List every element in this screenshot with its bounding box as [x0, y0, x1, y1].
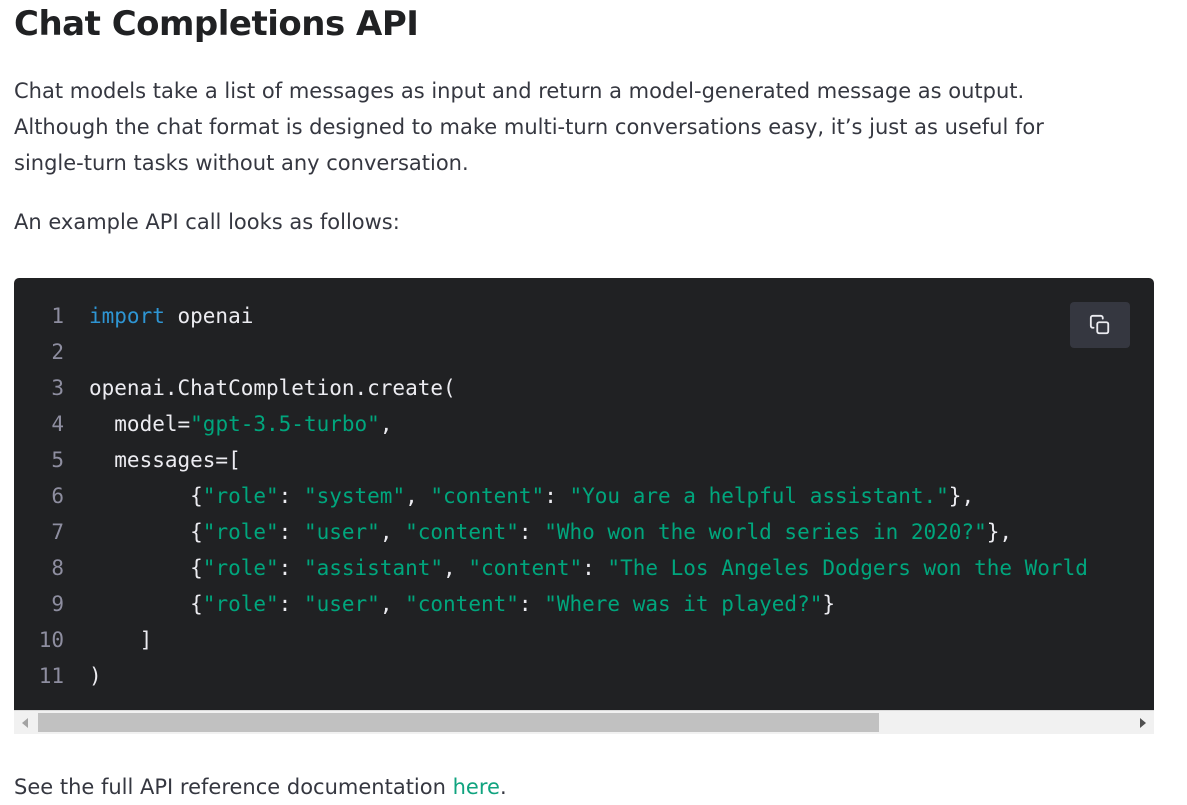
- code-text: {"role": "user", "content": "Who won the…: [89, 514, 1012, 550]
- line-number: 8: [51, 556, 64, 580]
- code-token: :: [278, 592, 304, 616]
- copy-button[interactable]: [1070, 302, 1130, 348]
- line-number: 5: [51, 448, 64, 472]
- code-token: :: [278, 484, 304, 508]
- line-number: 1: [51, 304, 64, 328]
- scroll-thumb[interactable]: [38, 713, 879, 732]
- code-string: "content": [468, 556, 583, 580]
- code-string: "content": [405, 592, 519, 616]
- code-token: :: [278, 520, 304, 544]
- code-token: :: [582, 556, 608, 580]
- line-number: 9: [51, 592, 64, 616]
- code-token: messages=[: [89, 448, 241, 472]
- code-token: ,: [379, 592, 406, 616]
- code-token: :: [518, 592, 545, 616]
- code-token: openai.ChatCompletion.create(: [89, 376, 456, 400]
- code-token: },: [948, 484, 975, 508]
- intro-line: single-turn tasks without any conversati…: [14, 151, 469, 175]
- code-token: :: [544, 484, 570, 508]
- code-token: openai: [164, 304, 254, 328]
- code-token: ]: [89, 628, 153, 652]
- code-string: "Where was it played?": [544, 592, 823, 616]
- code-token: {: [89, 484, 203, 508]
- code-token: },: [986, 520, 1013, 544]
- code-keyword: import: [89, 304, 165, 328]
- code-string: "gpt-3.5-turbo": [190, 412, 380, 436]
- code-text: messages=[: [89, 442, 241, 478]
- code-token: ,: [379, 520, 406, 544]
- code-string: "role": [202, 592, 279, 616]
- copy-icon: [1089, 314, 1110, 335]
- code-text: {"role": "assistant", "content": "The Lo…: [89, 550, 1088, 586]
- intro-line: Although the chat format is designed to …: [14, 115, 1044, 139]
- line-number: 3: [51, 376, 64, 400]
- code-token: model=: [89, 412, 191, 436]
- code-token: ,: [443, 556, 469, 580]
- example-lead-text: An example API call looks as follows:: [14, 210, 400, 234]
- footer-prefix: See the full API reference documentation: [14, 775, 453, 799]
- code-string: "assistant": [303, 556, 444, 580]
- code-token: {: [89, 592, 203, 616]
- code-token: }: [822, 592, 836, 616]
- code-token: ,: [405, 484, 431, 508]
- line-number: 11: [38, 664, 64, 688]
- line-number: 2: [51, 340, 64, 364]
- intro-line: Chat models take a list of messages as i…: [14, 79, 1025, 103]
- line-number: 7: [51, 520, 64, 544]
- code-string: "user": [303, 592, 380, 616]
- code-token: {: [89, 556, 203, 580]
- footer-suffix: .: [499, 775, 507, 799]
- caret-left-icon: [22, 717, 28, 728]
- code-text: ]: [89, 622, 153, 658]
- code-string: "user": [303, 520, 380, 544]
- code-text: model="gpt-3.5-turbo",: [89, 406, 392, 442]
- footer-text: See the full API reference documentation…: [14, 769, 507, 805]
- code-token: :: [278, 556, 304, 580]
- code-text: openai.ChatCompletion.create(: [89, 370, 456, 406]
- code-string: "content": [405, 520, 519, 544]
- code-text: {"role": "user", "content": "Where was i…: [89, 586, 835, 622]
- code-string: "system": [303, 484, 406, 508]
- line-number: 6: [51, 484, 64, 508]
- line-number: 4: [51, 412, 64, 436]
- line-number: 10: [38, 628, 64, 652]
- api-reference-link[interactable]: here: [453, 775, 500, 799]
- intro-paragraph: Chat models take a list of messages as i…: [14, 73, 1164, 181]
- scroll-left-button[interactable]: [14, 711, 36, 734]
- code-string: "You are a helpful assistant.": [569, 484, 949, 508]
- code-block[interactable]: 1 import openai 2 3 openai.ChatCompletion.cr…: [14, 278, 1154, 710]
- code-string: "The Los Angeles Dodgers won the World: [607, 556, 1088, 580]
- code-string: "role": [202, 484, 279, 508]
- code-string: "role": [202, 556, 279, 580]
- code-text: ): [89, 658, 102, 694]
- code-string: "role": [202, 520, 279, 544]
- code-string: "content": [430, 484, 545, 508]
- code-token: ): [89, 664, 102, 688]
- caret-right-icon: [1140, 717, 1146, 728]
- code-token: ,: [379, 412, 393, 436]
- code-token: {: [89, 520, 203, 544]
- scroll-right-button[interactable]: [1132, 711, 1154, 734]
- code-text: import openai: [89, 298, 253, 334]
- horizontal-scrollbar[interactable]: [14, 710, 1154, 734]
- code-string: "Who won the world series in 2020?": [544, 520, 987, 544]
- code-text: {"role": "system", "content": "You are a…: [89, 478, 974, 514]
- page-title: Chat Completions API: [14, 4, 419, 44]
- code-token: :: [518, 520, 545, 544]
